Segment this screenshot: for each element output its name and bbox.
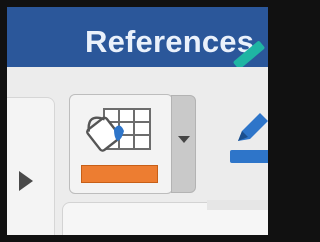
title-bar: References	[7, 7, 268, 67]
ribbon	[7, 67, 268, 235]
shading-color-bar	[81, 165, 158, 183]
ribbon-divider	[207, 200, 268, 210]
chevron-down-icon	[178, 136, 190, 143]
shading-button[interactable]	[69, 94, 173, 194]
shading-dropdown-button[interactable]	[171, 95, 196, 193]
paint-bucket-table-icon	[86, 108, 151, 152]
pen-icon[interactable]	[232, 107, 268, 147]
app-window: References	[7, 7, 268, 235]
references-tab[interactable]: References	[85, 24, 254, 60]
chevron-right-icon[interactable]	[19, 171, 33, 191]
previous-group-panel	[7, 97, 55, 235]
highlight-color-bar	[230, 150, 268, 163]
